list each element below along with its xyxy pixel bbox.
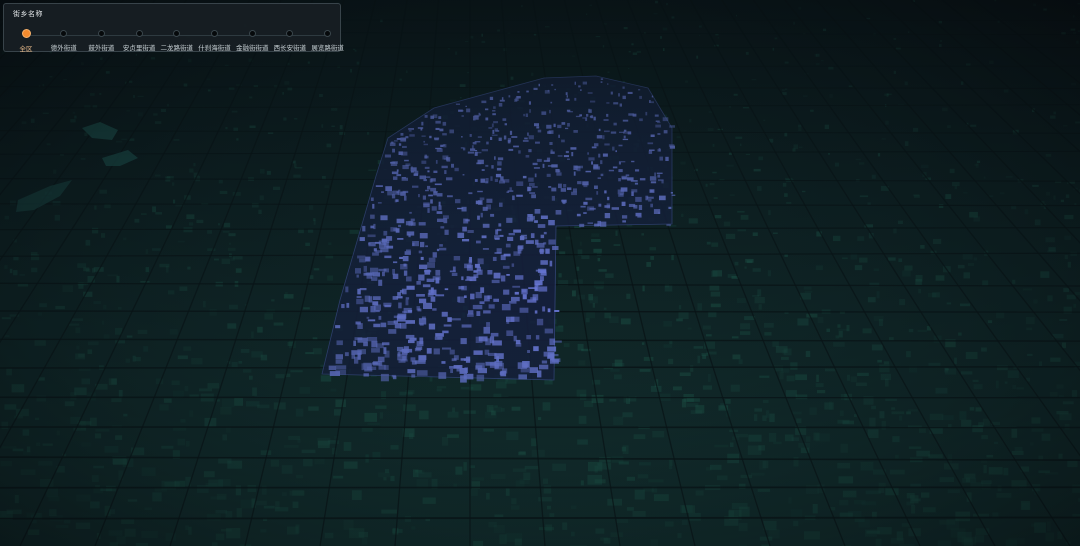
timeline-dot[interactable] [211, 30, 218, 37]
timeline-dot[interactable] [324, 30, 332, 37]
timeline-stop-label: 展览路街道 [311, 44, 344, 52]
timeline-dot[interactable] [248, 30, 256, 37]
timeline-stops: 全区 德外街道 鼓外街道 安贞里街道 二龙路街道 什刹海街道 金融街街道 西长安街道 展览路街道 [4, 4, 344, 53]
vignette [0, 0, 1080, 546]
timeline-dot[interactable] [97, 30, 105, 37]
timeline-dot[interactable] [173, 30, 181, 37]
timeline-stop[interactable]: 展览路街道 [306, 30, 350, 52]
timeline-dot[interactable] [60, 30, 68, 37]
timeline-dot[interactable] [135, 30, 143, 37]
map-3d-view[interactable] [0, 0, 1080, 546]
timeline-dot[interactable] [286, 30, 294, 37]
timeline-dot[interactable] [21, 29, 31, 38]
subdistrict-selector-panel: 街乡名称 全区 德外街道 鼓外街道 安贞里街道 二龙路街道 什刹海街道 金融街街道 西长安街道… [3, 3, 344, 53]
